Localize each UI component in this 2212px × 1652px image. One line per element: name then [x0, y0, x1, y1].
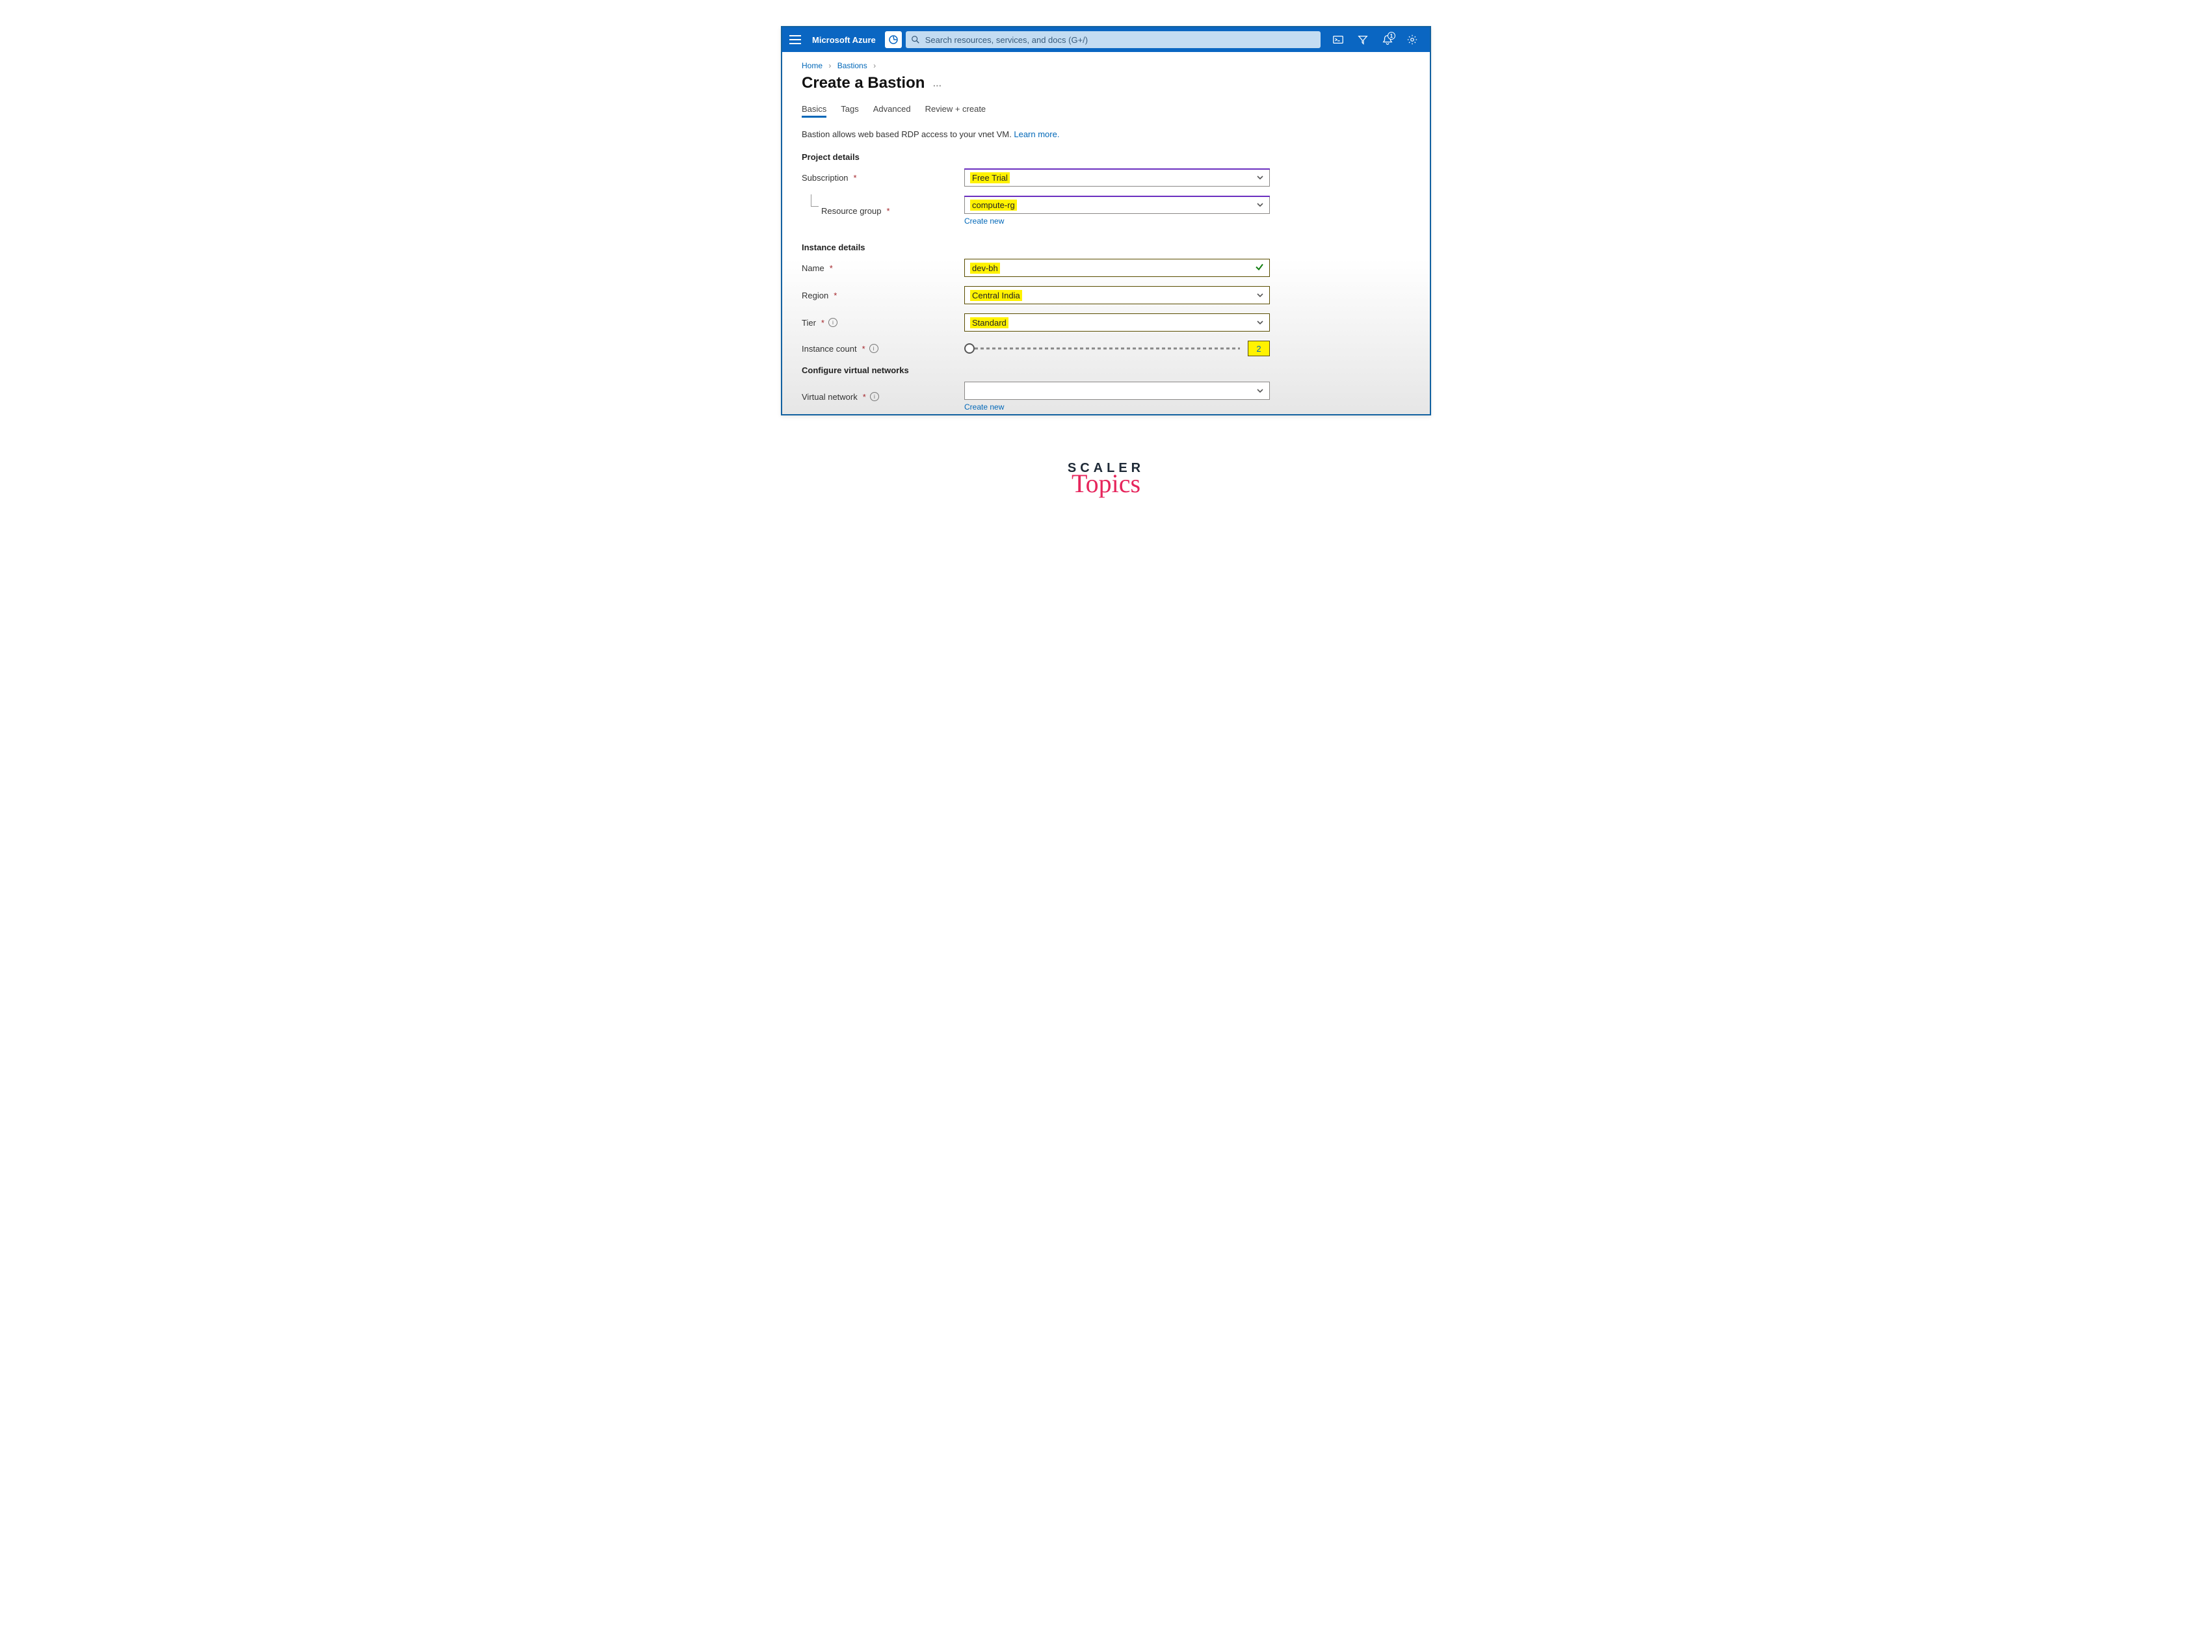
name-label: Name*: [802, 263, 964, 273]
chevron-down-icon: [1256, 291, 1264, 299]
section-project-details: Project details: [802, 152, 1410, 162]
chevron-down-icon: [1256, 174, 1264, 181]
search-placeholder: Search resources, services, and docs (G+…: [925, 35, 1088, 45]
subscription-label: Subscription*: [802, 173, 964, 183]
name-value: dev-bh: [970, 263, 1000, 274]
region-select[interactable]: Central India: [964, 286, 1270, 304]
field-resource-group: Resource group* compute-rg Create new: [802, 196, 1410, 226]
copilot-icon[interactable]: [885, 31, 902, 48]
chevron-right-icon: ›: [873, 61, 876, 70]
breadcrumb-bastions[interactable]: Bastions: [837, 61, 867, 70]
resource-group-value: compute-rg: [970, 200, 1017, 211]
cloud-shell-icon[interactable]: [1327, 29, 1349, 51]
tab-advanced[interactable]: Advanced: [873, 104, 911, 118]
required-star: *: [821, 318, 824, 328]
tab-basics[interactable]: Basics: [802, 104, 826, 118]
virtual-network-select[interactable]: [964, 382, 1270, 400]
region-value: Central India: [970, 290, 1022, 301]
instance-count-slider[interactable]: 2: [964, 341, 1270, 356]
field-name: Name* dev-bh: [802, 259, 1410, 277]
tier-select[interactable]: Standard: [964, 313, 1270, 332]
info-icon[interactable]: i: [828, 318, 837, 327]
topbar-actions: 1: [1327, 29, 1430, 51]
slider-thumb[interactable]: [964, 343, 975, 354]
required-star: *: [854, 173, 857, 183]
info-icon[interactable]: i: [869, 344, 878, 353]
description: Bastion allows web based RDP access to y…: [802, 129, 1410, 139]
tier-label: Tier* i: [802, 318, 964, 328]
instance-count-value: 2: [1248, 341, 1270, 356]
required-star: *: [830, 263, 833, 273]
tab-review-create[interactable]: Review + create: [925, 104, 986, 118]
search-input[interactable]: Search resources, services, and docs (G+…: [906, 31, 1321, 48]
region-label: Region*: [802, 291, 964, 300]
hamburger-menu-icon[interactable]: [782, 27, 808, 52]
page-title: Create a Bastion: [802, 74, 925, 92]
search-icon: [911, 35, 920, 44]
required-star: *: [834, 291, 837, 300]
more-actions-icon[interactable]: …: [932, 78, 941, 88]
top-bar: Microsoft Azure Search resources, servic…: [782, 27, 1430, 52]
instance-count-label: Instance count* i: [802, 344, 964, 354]
settings-icon[interactable]: [1401, 29, 1423, 51]
chevron-down-icon: [1256, 201, 1264, 209]
breadcrumb: Home › Bastions ›: [802, 61, 1410, 70]
notification-badge: 1: [1388, 32, 1395, 40]
description-text: Bastion allows web based RDP access to y…: [802, 129, 1014, 139]
directory-filter-icon[interactable]: [1352, 29, 1374, 51]
tier-value: Standard: [970, 317, 1008, 328]
page-content: Home › Bastions › Create a Bastion … Bas…: [782, 52, 1430, 412]
virtual-network-label: Virtual network* i: [802, 392, 964, 402]
subscription-value: Free Trial: [970, 172, 1010, 183]
tab-tags[interactable]: Tags: [841, 104, 858, 118]
breadcrumb-home[interactable]: Home: [802, 61, 823, 70]
info-icon[interactable]: i: [870, 392, 879, 401]
resource-group-create-new-link[interactable]: Create new: [964, 216, 1004, 226]
azure-portal-window: Microsoft Azure Search resources, servic…: [781, 26, 1431, 415]
subscription-select[interactable]: Free Trial: [964, 168, 1270, 187]
scaler-topics-logo: SCALER Topics: [1068, 461, 1144, 499]
field-subscription: Subscription* Free Trial: [802, 168, 1410, 187]
tab-bar: Basics Tags Advanced Review + create: [802, 104, 1410, 118]
section-configure-vnets: Configure virtual networks: [802, 365, 1410, 375]
chevron-down-icon: [1256, 387, 1264, 395]
chevron-right-icon: ›: [828, 61, 831, 70]
field-instance-count: Instance count* i 2: [802, 341, 1410, 356]
field-tier: Tier* i Standard: [802, 313, 1410, 332]
logo-line2: Topics: [1068, 468, 1144, 499]
slider-track: [975, 348, 1240, 350]
resource-group-select[interactable]: compute-rg: [964, 196, 1270, 214]
required-star: *: [862, 344, 865, 354]
validation-check-icon: [1255, 263, 1264, 274]
field-region: Region* Central India: [802, 286, 1410, 304]
page-title-row: Create a Bastion …: [802, 74, 1410, 92]
vnet-create-new-link[interactable]: Create new: [964, 402, 1004, 412]
chevron-down-icon: [1256, 319, 1264, 326]
required-star: *: [887, 206, 890, 216]
resource-group-label: Resource group*: [802, 206, 964, 216]
brand-label: Microsoft Azure: [808, 35, 885, 45]
required-star: *: [863, 392, 866, 402]
notifications-icon[interactable]: 1: [1376, 29, 1399, 51]
section-instance-details: Instance details: [802, 243, 1410, 252]
name-input[interactable]: dev-bh: [964, 259, 1270, 277]
learn-more-link[interactable]: Learn more.: [1014, 129, 1059, 139]
field-virtual-network: Virtual network* i Create new: [802, 382, 1410, 412]
